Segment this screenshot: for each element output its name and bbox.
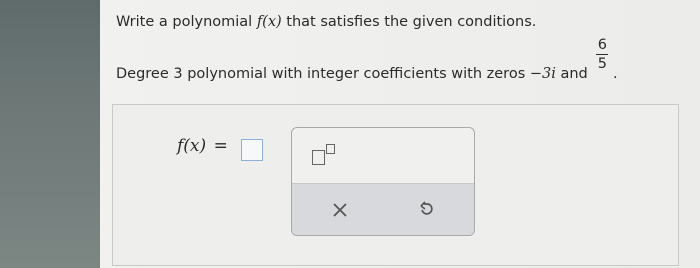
math-toolbox — [291, 127, 475, 236]
undo-icon — [420, 201, 433, 215]
question-area: Write a polynomial f(x) that satisfies t… — [100, 0, 700, 268]
left-sidebar — [0, 0, 100, 268]
zero-value-1: −3i — [529, 65, 556, 82]
period: . — [612, 65, 618, 82]
conditions-text: Degree 3 polynomial with integer coeffic… — [116, 65, 526, 82]
exponent-template-icon[interactable] — [312, 140, 340, 166]
question-line-2: Degree 3 polynomial with integer coeffic… — [116, 37, 618, 82]
x-icon — [333, 203, 347, 217]
fraction-bar — [596, 54, 609, 55]
and-text: and — [560, 65, 588, 82]
answer-panel: f(x) = — [112, 104, 679, 266]
toolbox-actions — [292, 183, 474, 235]
function-notation: f(x) — [256, 14, 282, 30]
answer-fx: f(x) — [177, 136, 207, 156]
answer-input[interactable] — [241, 139, 263, 161]
exponent-box — [326, 144, 335, 154]
zero-value-2-fraction: 6 5 — [596, 37, 609, 72]
answer-label: f(x) = — [177, 136, 228, 156]
clear-button[interactable] — [326, 196, 354, 224]
fraction-denominator: 5 — [597, 56, 607, 72]
fraction-numerator: 6 — [597, 37, 607, 53]
question-text: Write a polynomial — [116, 14, 253, 30]
equals-sign: = — [213, 136, 228, 156]
base-box — [312, 150, 325, 165]
question-line-1: Write a polynomial f(x) that satisfies t… — [116, 14, 536, 30]
question-text-suffix: that satisfies the given conditions. — [286, 14, 537, 30]
undo-button[interactable] — [412, 196, 440, 224]
